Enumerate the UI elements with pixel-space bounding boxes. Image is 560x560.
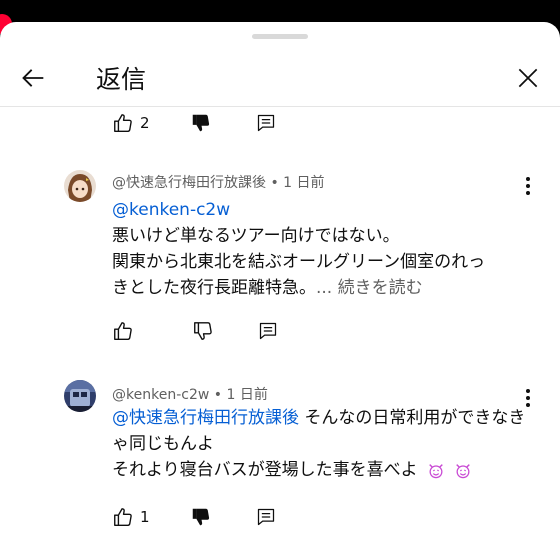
author-name[interactable]: @快速急行梅田行放課後 (112, 175, 266, 191)
close-button[interactable] (508, 58, 548, 98)
page-title: 返信 (96, 65, 147, 94)
header-divider (0, 106, 560, 107)
reply-button[interactable] (256, 507, 276, 527)
timestamp: 1 日前 (283, 175, 325, 191)
reply-icon (259, 322, 277, 340)
timestamp: 1 日前 (226, 387, 268, 403)
author-name[interactable]: @kenken-c2w (112, 387, 209, 403)
comment-meta: @快速急行梅田行放課後 • 1 日前 (112, 172, 325, 192)
thumbs-down-icon (194, 322, 212, 340)
comment-line: きとした夜行長距離特急。 (112, 278, 316, 298)
comment-actions: 1 (112, 502, 276, 532)
back-arrow-icon (22, 69, 44, 87)
status-bar (0, 0, 560, 24)
sheet-header: 返信 (0, 48, 560, 104)
thumbs-up-icon (114, 508, 132, 526)
read-more-link[interactable]: ... 続きを読む (316, 278, 423, 298)
dislike-button[interactable] (190, 112, 212, 134)
like-button[interactable]: 1 (112, 506, 150, 528)
like-button[interactable] (112, 320, 140, 342)
like-button[interactable]: 2 (112, 112, 150, 134)
comment-body: @快速急行梅田行放課後 そんなの日常利用ができなきゃ同じもんよ それより寝台バス… (112, 405, 528, 483)
comment-line: 関東から北東北を結ぶオールグリーン個室のれっ (112, 252, 486, 272)
comment-line: 悪いけど単なるツアー向けではない。 (112, 226, 400, 246)
dislike-button[interactable] (190, 506, 212, 528)
thumbs-up-icon (114, 114, 132, 132)
reply-icon (257, 508, 274, 526)
dislike-button[interactable] (192, 320, 214, 342)
back-button[interactable] (14, 58, 54, 98)
more-vert-icon (526, 177, 530, 195)
avatar[interactable] (64, 170, 96, 202)
comment-menu-button[interactable] (516, 174, 540, 198)
smiling-imp-emoji-icon (429, 464, 443, 479)
replies-sheet: 返信 2 @快速急行梅田行放課後 • 1 日前 @kenken-c2w 悪いけど… (0, 22, 560, 560)
smiling-imp-emoji-icon (456, 464, 471, 479)
close-icon (518, 68, 538, 88)
reply-button[interactable] (256, 113, 276, 133)
meta-separator: • (270, 175, 279, 191)
drag-handle[interactable] (252, 34, 308, 39)
parent-comment-actions: 2 (112, 108, 276, 138)
reply-button[interactable] (258, 321, 278, 341)
mention-link[interactable]: @快速急行梅田行放課後 (112, 408, 299, 428)
reply-icon (257, 114, 274, 132)
thumbs-down-icon (192, 114, 209, 132)
mention-link[interactable]: @kenken-c2w (112, 200, 230, 220)
thumbs-down-icon (192, 508, 209, 526)
avatar[interactable] (64, 380, 96, 412)
comment-meta: @kenken-c2w • 1 日前 (112, 384, 268, 404)
avatar-illustration (64, 170, 96, 202)
comment-body: @kenken-c2w 悪いけど単なるツアー向けではない。 関東から北東北を結ぶ… (112, 197, 532, 301)
comment-actions (112, 316, 278, 346)
avatar-photo (64, 380, 96, 412)
like-count: 2 (140, 114, 150, 132)
thumbs-up-icon (114, 322, 132, 340)
meta-separator: • (213, 387, 223, 403)
like-count: 1 (140, 508, 150, 526)
comment-line: それより寝台バスが登場した事を喜べよ (112, 460, 418, 480)
